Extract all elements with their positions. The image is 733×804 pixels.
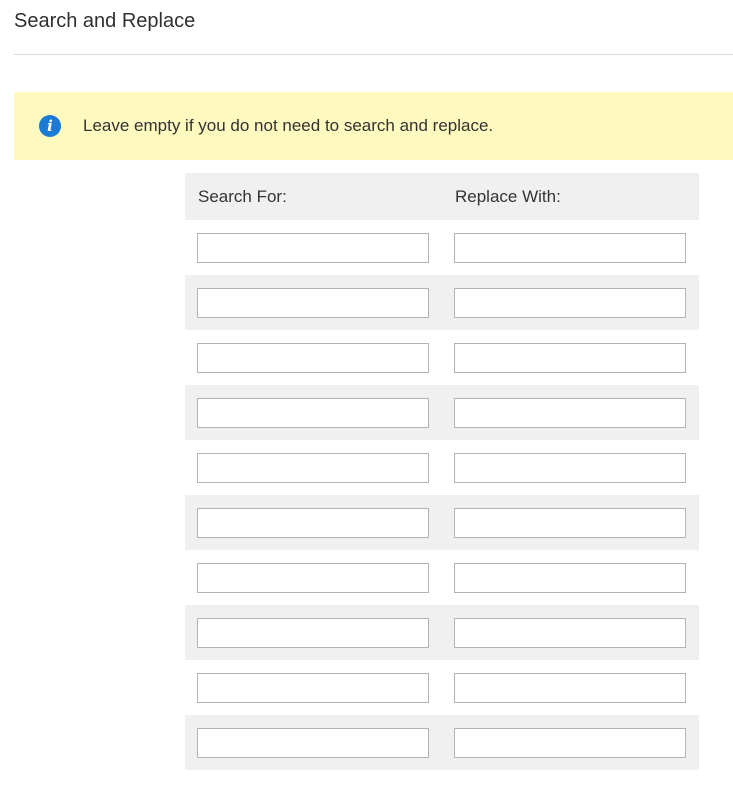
replace-with-input[interactable]	[454, 343, 686, 373]
replace-with-input[interactable]	[454, 563, 686, 593]
replace-with-input[interactable]	[454, 728, 686, 758]
search-for-input[interactable]	[197, 398, 429, 428]
replace-with-input[interactable]	[454, 618, 686, 648]
title-divider	[14, 54, 733, 55]
info-notice: i Leave empty if you do not need to sear…	[14, 92, 733, 160]
section-title: Search and Replace	[14, 10, 196, 32]
table-row	[185, 220, 699, 275]
table-header: Search For: Replace With:	[185, 173, 699, 220]
table-row	[185, 660, 699, 715]
replace-with-input[interactable]	[454, 233, 686, 263]
table-row	[185, 550, 699, 605]
search-for-header: Search For:	[198, 187, 287, 206]
notice-text: Leave empty if you do not need to search…	[83, 116, 494, 135]
search-for-input[interactable]	[197, 343, 429, 373]
table-row	[185, 495, 699, 550]
table-row	[185, 605, 699, 660]
search-replace-table: Search For: Replace With:	[185, 173, 699, 770]
search-for-input[interactable]	[197, 673, 429, 703]
table-body	[185, 220, 699, 770]
search-for-input[interactable]	[197, 233, 429, 263]
table-row	[185, 385, 699, 440]
search-for-input[interactable]	[197, 288, 429, 318]
replace-with-header: Replace With:	[455, 187, 561, 206]
info-icon: i	[39, 115, 61, 137]
replace-with-input[interactable]	[454, 453, 686, 483]
replace-with-input[interactable]	[454, 673, 686, 703]
table-row	[185, 275, 699, 330]
search-for-input[interactable]	[197, 563, 429, 593]
table-row	[185, 330, 699, 385]
search-for-input[interactable]	[197, 453, 429, 483]
replace-with-input[interactable]	[454, 508, 686, 538]
search-for-input[interactable]	[197, 728, 429, 758]
table-row	[185, 440, 699, 495]
table-row	[185, 715, 699, 770]
search-for-input[interactable]	[197, 508, 429, 538]
replace-with-input[interactable]	[454, 288, 686, 318]
search-for-input[interactable]	[197, 618, 429, 648]
replace-with-input[interactable]	[454, 398, 686, 428]
